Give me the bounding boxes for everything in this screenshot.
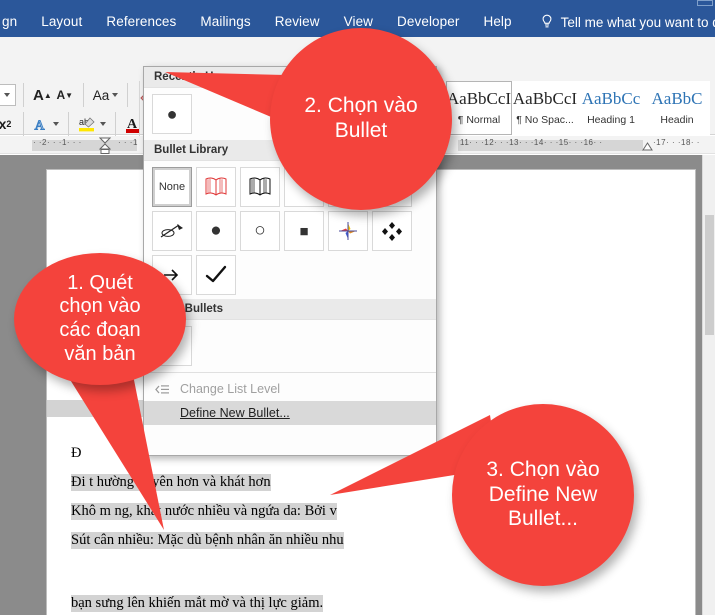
bullet-pinwheel[interactable] bbox=[328, 211, 368, 251]
bullet-open-book-black[interactable] bbox=[240, 167, 280, 207]
callout-3-line-1: 3. Chọn vào bbox=[486, 457, 600, 481]
callout-1-line-4: văn bản bbox=[64, 342, 136, 365]
callout-1-bubble: 1. Quét chọn vào các đoạn văn bản bbox=[14, 253, 186, 385]
scrollbar-thumb[interactable] bbox=[705, 215, 714, 335]
style-heading-2[interactable]: AaBbC Headin bbox=[644, 81, 710, 135]
style-normal[interactable]: AaBbCcI ¶ Normal bbox=[446, 81, 512, 135]
open-book-black-icon bbox=[249, 177, 271, 196]
bullet-hollow-circle[interactable]: ○ bbox=[240, 211, 280, 251]
group-divider-1 bbox=[139, 81, 140, 137]
tab-help[interactable]: Help bbox=[471, 8, 523, 36]
doc-line-10b: bạn sưng lên khiến mắt mờ và thị lực giả… bbox=[71, 595, 324, 612]
indent-marker-icon[interactable] bbox=[99, 137, 111, 154]
bullet-four-diamonds[interactable] bbox=[372, 211, 412, 251]
bullet-filled-square[interactable]: ■ bbox=[284, 211, 324, 251]
highlight-icon: ab bbox=[79, 117, 95, 131]
tab-mailings[interactable]: Mailings bbox=[188, 8, 262, 36]
styles-gallery: AaBbCcI ¶ Normal AaBbCcI ¶ No Spac... Aa… bbox=[446, 81, 710, 135]
change-case-button[interactable]: Aa bbox=[91, 83, 121, 107]
four-diamonds-icon bbox=[382, 222, 402, 241]
bullet-pen[interactable] bbox=[152, 211, 192, 251]
ruler-ticks-left: · ·2· · ·1· · · bbox=[33, 138, 82, 147]
pinwheel-icon bbox=[339, 222, 357, 240]
vertical-scrollbar[interactable] bbox=[702, 155, 715, 615]
word-window: gn Layout References Mailings Review Vie… bbox=[0, 0, 715, 615]
text-effects-button[interactable]: A bbox=[31, 112, 61, 136]
lightbulb-icon bbox=[542, 14, 552, 28]
callout-2-bubble: 2. Chọn vào Bullet bbox=[270, 28, 452, 210]
tab-review[interactable]: Review bbox=[263, 8, 332, 36]
svg-text:A: A bbox=[35, 118, 46, 133]
style-no-spacing[interactable]: AaBbCcI ¶ No Spac... bbox=[512, 81, 578, 135]
pen-icon bbox=[160, 224, 183, 238]
tab-references[interactable]: References bbox=[94, 8, 188, 36]
tab-layout[interactable]: Layout bbox=[29, 8, 94, 36]
ruler-ticks-right-2: ·17· · ·18· · bbox=[653, 138, 700, 147]
bullet-filled-circle[interactable]: ● bbox=[196, 211, 236, 251]
font-size-dropdown[interactable] bbox=[0, 84, 16, 106]
text-effects-icon: A bbox=[34, 118, 46, 133]
callout-1-line-1: 1. Quét bbox=[67, 271, 133, 294]
tab-developer[interactable]: Developer bbox=[385, 8, 471, 36]
ruler-ticks-right: 11· · ·12· · ·13· · ·14· · ·15· · ·16· · bbox=[460, 138, 603, 147]
text-highlight-button[interactable]: ab bbox=[76, 112, 108, 136]
font-group-row-2: x2 A ab A bbox=[0, 112, 152, 136]
bullet-none[interactable]: None bbox=[152, 167, 192, 207]
callout-3-line-2: Define New bbox=[488, 482, 598, 506]
shrink-font-button[interactable]: A ▼ bbox=[54, 83, 76, 107]
right-indent-marker-icon[interactable] bbox=[642, 142, 653, 151]
callout-3-bubble: 3. Chọn vào Define New Bullet... bbox=[452, 404, 634, 586]
window-restore-button[interactable] bbox=[697, 0, 713, 6]
callout-2-line-1: 2. Chọn vào bbox=[304, 94, 418, 118]
font-group-row-1: A ▲ A ▼ Aa bbox=[0, 83, 159, 107]
bullet-open-book-red[interactable] bbox=[196, 167, 236, 207]
grow-font-button[interactable]: A ▲ bbox=[31, 83, 54, 107]
superscript-button[interactable]: x2 bbox=[0, 112, 16, 136]
callout-3-line-3: Bullet... bbox=[507, 507, 579, 531]
style-heading-1[interactable]: AaBbCc Heading 1 bbox=[578, 81, 644, 135]
open-book-red-icon bbox=[205, 177, 227, 196]
ruler-ticks-left-2: · · ·1 bbox=[118, 138, 138, 147]
callout-1-line-3: các đoạn bbox=[59, 319, 141, 341]
callout-2-line-2: Bullet bbox=[334, 119, 388, 142]
tab-design[interactable]: gn bbox=[0, 8, 29, 36]
callout-1-line-2: chọn vào bbox=[59, 295, 141, 318]
tell-me-label: Tell me what you want to do bbox=[560, 14, 715, 30]
tell-me-box[interactable]: Tell me what you want to do bbox=[540, 14, 715, 30]
